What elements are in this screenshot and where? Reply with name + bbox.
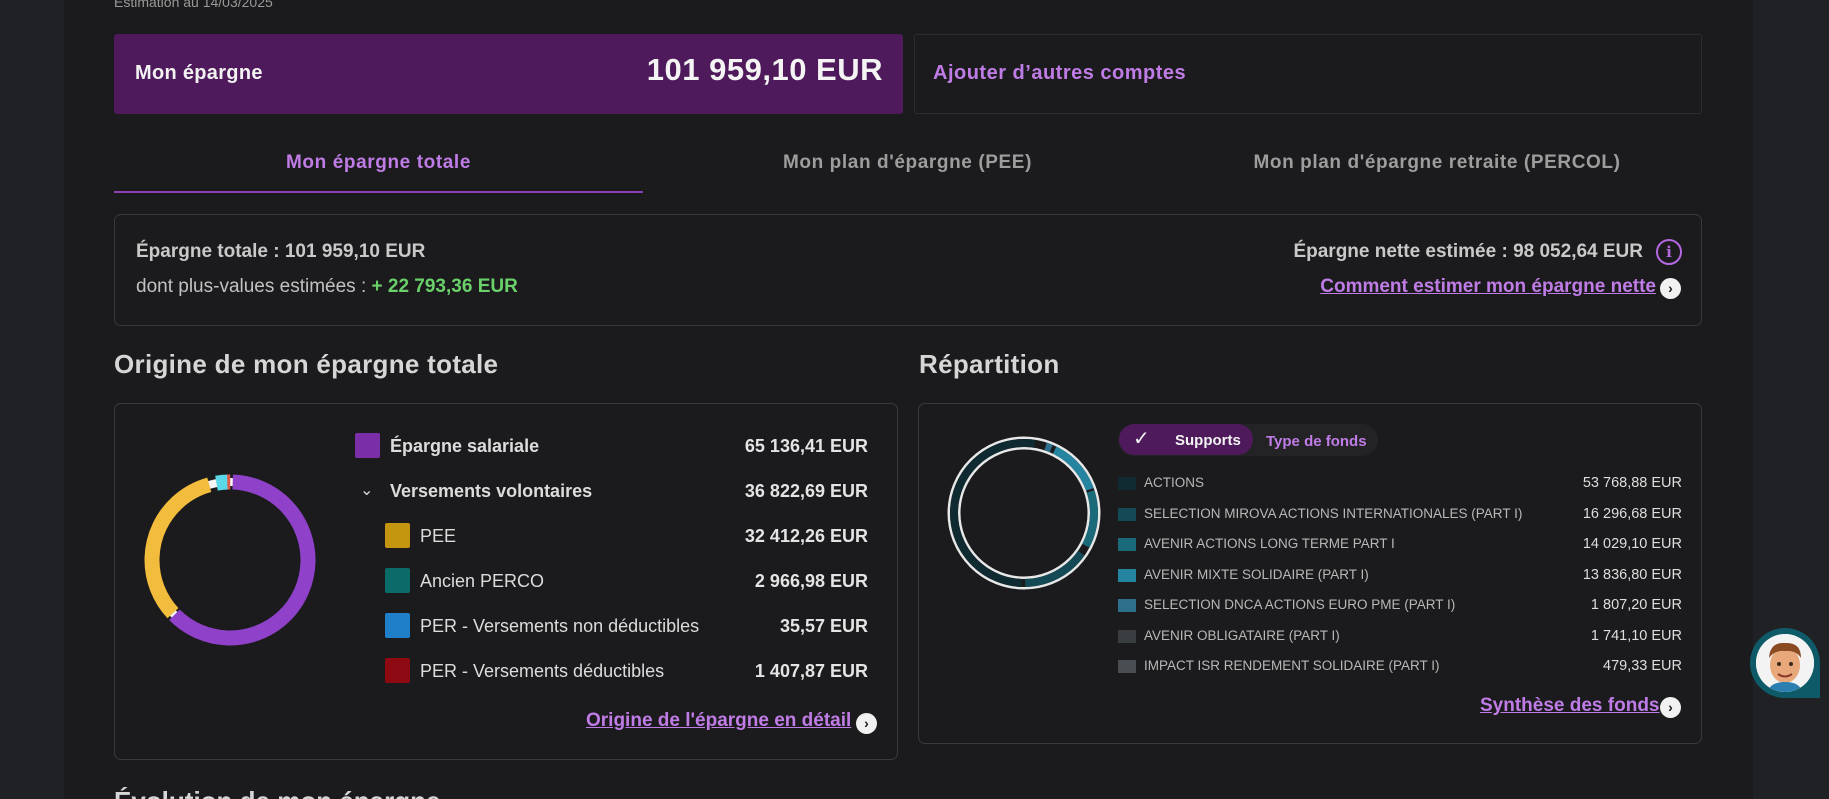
origin-label: PEE: [420, 526, 457, 546]
origin-donut-chart: [144, 474, 316, 646]
gain-text: dont plus-values estimées : + 22 793,36 …: [136, 276, 518, 298]
fund-value: 1 807,20 EUR: [1590, 597, 1682, 613]
assistant-face-icon[interactable]: [1756, 634, 1814, 692]
origin-label: Épargne salariale: [390, 436, 540, 456]
origin-row-perco: Ancien PERCO 2 966,98 EUR: [385, 567, 868, 597]
fund-row: SELECTION MIROVA ACTIONS INTERNATIONALES…: [1118, 506, 1682, 526]
legend-swatch: [1118, 599, 1136, 612]
origin-detail-link[interactable]: Origine de l'épargne en détail: [586, 710, 851, 732]
fund-summary-link[interactable]: Synthèse des fonds: [1480, 695, 1660, 717]
origin-row-per-deductibles: PER - Versements déductibles 1 407,87 EU…: [385, 657, 868, 687]
repartition-donut-chart: [947, 436, 1101, 590]
fund-label: SELECTION DNCA ACTIONS EURO PME (PART I): [1144, 597, 1456, 612]
origin-label: Ancien PERCO: [420, 571, 545, 591]
fund-label: AVENIR ACTIONS LONG TERME PART I: [1144, 536, 1395, 551]
origin-row-per-non-deductibles: PER - Versements non déductibles 35,57 E…: [385, 612, 868, 642]
origin-row-salariale: Épargne salariale 65 136,41 EUR: [355, 432, 868, 462]
fund-label: SELECTION MIROVA ACTIONS INTERNATIONALES…: [1144, 506, 1523, 521]
add-accounts-link[interactable]: Ajouter d’autres comptes: [933, 62, 1186, 85]
savings-amount: 101 959,10 EUR: [646, 52, 883, 87]
fund-row: SELECTION DNCA ACTIONS EURO PME (PART I)…: [1118, 597, 1682, 617]
chevron-right-circle-icon[interactable]: ›: [1660, 278, 1681, 299]
chevron-down-icon[interactable]: ⌄: [360, 480, 373, 500]
donut-segment-long-terme: [950, 439, 1098, 587]
fund-value: 16 296,68 EUR: [1582, 506, 1682, 522]
donut-segment-pee: [144, 474, 316, 646]
origin-value: 2 966,98 EUR: [754, 571, 868, 591]
fund-label: AVENIR MIXTE SOLIDAIRE (PART I): [1144, 567, 1369, 582]
evolution-title: Évolution de mon épargne: [114, 786, 440, 799]
donut-segment-mirova: [950, 439, 1098, 587]
total-savings-text: Épargne totale : 101 959,10 EUR: [136, 241, 426, 262]
fund-label: IMPACT ISR RENDEMENT SOLIDAIRE (PART I): [1144, 658, 1440, 673]
check-icon: ✓: [1133, 428, 1150, 450]
legend-swatch: [385, 523, 410, 548]
fund-label: ACTIONS: [1144, 475, 1205, 490]
assistant-face-icon: [1756, 634, 1814, 692]
origin-label: Versements volontaires: [390, 481, 593, 501]
donut-segment-dnca: [950, 439, 1098, 587]
info-icon[interactable]: i: [1656, 239, 1682, 265]
net-savings-text: Épargne nette estimée : 98 052,64 EUR: [1293, 241, 1643, 262]
savings-label: Mon épargne: [135, 62, 263, 84]
legend-swatch: [385, 613, 410, 638]
fund-value: 13 836,80 EUR: [1582, 567, 1682, 583]
legend-swatch: [385, 658, 410, 683]
legend-swatch: [385, 568, 410, 593]
legend-swatch: [355, 433, 380, 458]
toggle-supports-label[interactable]: Supports: [1175, 432, 1241, 449]
gain-value: + 22 793,36 EUR: [371, 276, 518, 297]
fund-label: AVENIR OBLIGATAIRE (PART I): [1144, 628, 1340, 643]
origin-title: Origine de mon épargne totale: [114, 349, 499, 379]
left-margin: [0, 0, 64, 799]
origin-value: 36 822,69 EUR: [744, 481, 868, 501]
origin-label: PER - Versements déductibles: [420, 661, 665, 681]
donut-segment-perco: [144, 474, 316, 646]
fund-value: 479,33 EUR: [1603, 658, 1682, 674]
origin-value: 65 136,41 EUR: [744, 436, 868, 456]
repartition-title: Répartition: [919, 349, 1060, 379]
legend-swatch: [1118, 569, 1136, 582]
origin-row-pee: PEE 32 412,26 EUR: [385, 522, 868, 552]
fund-row: AVENIR MIXTE SOLIDAIRE (PART I) 13 836,8…: [1118, 567, 1682, 587]
origin-value: 35,57 EUR: [779, 616, 868, 636]
chevron-right-circle-icon[interactable]: ›: [856, 713, 877, 734]
fund-value: 14 029,10 EUR: [1582, 536, 1682, 552]
net-savings-link[interactable]: Comment estimer mon épargne nette: [1250, 276, 1656, 298]
fund-value: 53 768,88 EUR: [1582, 475, 1682, 491]
legend-swatch: [1118, 477, 1136, 490]
origin-value: 1 407,87 EUR: [754, 661, 868, 681]
fund-row: IMPACT ISR RENDEMENT SOLIDAIRE (PART I) …: [1118, 658, 1682, 678]
tab-total-savings[interactable]: Mon épargne totale: [114, 152, 643, 174]
chevron-right-circle-icon[interactable]: ›: [1660, 697, 1681, 718]
gain-label: dont plus-values estimées :: [136, 276, 372, 297]
origin-label: PER - Versements non déductibles: [420, 616, 700, 636]
fund-value: 1 741,10 EUR: [1590, 628, 1682, 644]
fund-row: ACTIONS 53 768,88 EUR: [1118, 475, 1682, 495]
estimation-date: Estimation au 14/03/2025: [114, 0, 273, 10]
active-tab-indicator: [114, 191, 643, 193]
legend-swatch: [1118, 538, 1136, 551]
donut-segment-mixte: [950, 439, 1098, 587]
legend-swatch: [1118, 660, 1136, 673]
origin-value: 32 412,26 EUR: [744, 526, 868, 546]
fund-row: AVENIR OBLIGATAIRE (PART I) 1 741,10 EUR: [1118, 628, 1682, 648]
toggle-fund-type-button[interactable]: Type de fonds: [1266, 433, 1367, 450]
tab-percol[interactable]: Mon plan d'épargne retraite (PERCOL): [1172, 152, 1702, 174]
tab-pee[interactable]: Mon plan d'épargne (PEE): [643, 152, 1172, 174]
fund-row: AVENIR ACTIONS LONG TERME PART I 14 029,…: [1118, 536, 1682, 556]
legend-swatch: [1118, 508, 1136, 521]
summary-card: [114, 214, 1702, 326]
legend-swatch: [1118, 630, 1136, 643]
origin-row-volontaires[interactable]: ⌄ Versements volontaires 36 822,69 EUR: [355, 477, 868, 507]
